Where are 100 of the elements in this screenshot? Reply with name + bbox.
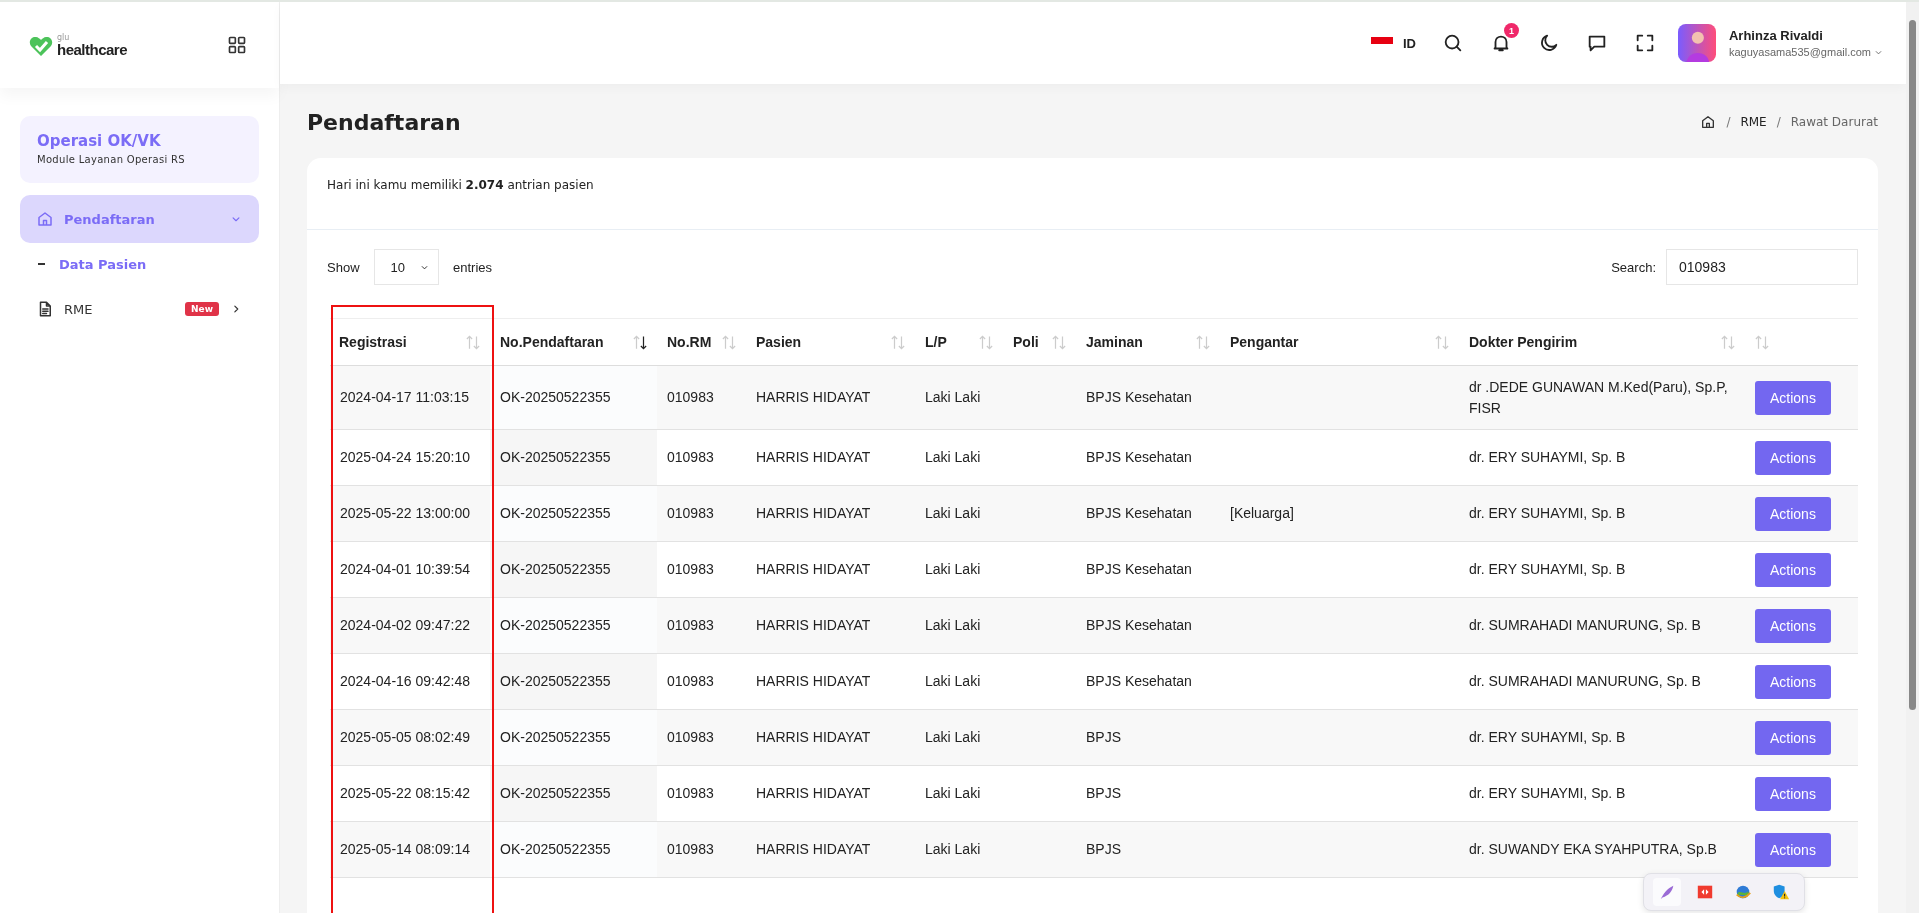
table-cell: dr. ERY SUHAYMI, Sp. B — [1469, 729, 1626, 745]
search-icon[interactable] — [1442, 32, 1464, 54]
home-icon — [36, 210, 54, 228]
column-header[interactable]: Poli — [1013, 334, 1039, 350]
column-header[interactable]: Dokter Pengirim — [1469, 334, 1578, 350]
table-cell: HARRIS HIDAYAT — [756, 617, 871, 633]
column-header[interactable]: Registrasi — [339, 334, 407, 350]
notification-badge: 1 — [1504, 23, 1519, 38]
table-cell: dr. ERY SUHAYMI, Sp. B — [1469, 505, 1626, 521]
actions-button[interactable]: Actions — [1755, 496, 1831, 531]
actions-button[interactable]: Actions — [1755, 608, 1831, 643]
new-badge: New — [185, 302, 219, 316]
flag-icon — [1371, 36, 1393, 44]
table-cell: OK-20250522355 — [500, 673, 611, 689]
breadcrumb-separator: / — [1776, 115, 1781, 129]
table-cell: [Keluarga] — [1230, 505, 1294, 521]
table-cell: OK-20250522355 — [500, 561, 611, 577]
table-cell: 2025-05-05 08:02:49 — [340, 729, 470, 745]
entries-select[interactable]: 10 — [373, 249, 439, 285]
table-cell: 010983 — [667, 729, 714, 745]
user-name: Arhinza Rivaldi — [1729, 28, 1824, 43]
search-field[interactable]: 010983 — [1666, 249, 1858, 285]
actions-button[interactable]: Actions — [1755, 720, 1831, 755]
table-cell: 010983 — [667, 505, 714, 521]
heart-check-icon — [29, 34, 53, 57]
column-header[interactable]: No.Pendaftaran — [500, 334, 604, 350]
breadcrumb-item: Rawat Darurat — [1790, 115, 1878, 129]
table-cell: 010983 — [667, 673, 714, 689]
show-label: Show — [327, 259, 360, 275]
table-cell: 010983 — [667, 785, 714, 801]
table-cell: 010983 — [667, 389, 714, 405]
home-icon[interactable] — [1700, 114, 1717, 130]
table-cell: dr. ERY SUHAYMI, Sp. B — [1469, 561, 1626, 577]
logo[interactable]: glu healthcare — [29, 33, 128, 57]
table-cell: Laki Laki — [925, 561, 981, 577]
table-cell: 010983 — [667, 449, 714, 465]
actions-button[interactable]: Actions — [1755, 664, 1831, 699]
column-header[interactable]: No.RM — [667, 334, 712, 350]
language-selector[interactable]: ID — [1371, 35, 1416, 51]
sort-icon[interactable] — [633, 333, 647, 351]
table-cell: 2025-05-22 13:00:00 — [340, 505, 470, 521]
table-cell: Laki Laki — [925, 729, 981, 745]
table-cell: HARRIS HIDAYAT — [756, 505, 871, 521]
page-title: Pendaftaran — [307, 109, 461, 135]
moon-icon[interactable] — [1538, 32, 1560, 54]
column-header[interactable]: Jaminan — [1086, 334, 1143, 350]
actions-button[interactable]: Actions — [1755, 776, 1831, 811]
module-title: Operasi OK/VK — [37, 132, 162, 150]
grid-icon[interactable] — [227, 35, 247, 55]
menu-item[interactable]: RME New — [20, 285, 259, 333]
table-cell: OK-20250522355 — [500, 729, 611, 745]
scrollbar[interactable] — [1906, 2, 1919, 913]
table-cell: 2025-04-24 15:20:10 — [340, 449, 470, 465]
table-cell: 2024-04-17 11:03:15 — [340, 389, 469, 405]
table-cell: dr. ERY SUHAYMI, Sp. B — [1469, 449, 1626, 465]
entries-label: entries — [453, 259, 493, 275]
table-cell: dr. SUMRAHADI MANURUNG, Sp. B — [1469, 617, 1701, 633]
table-cell: OK-20250522355 — [500, 389, 611, 405]
table-cell: OK-20250522355 — [500, 841, 611, 857]
table-cell: BPJS — [1086, 841, 1121, 857]
table-cell: dr. SUWANDY EKA SYAHPUTRA, Sp.B — [1469, 841, 1717, 857]
submenu-item[interactable]: Data Pasien — [0, 243, 279, 285]
table-cell: 010983 — [667, 617, 714, 633]
breadcrumb-item[interactable]: RME — [1740, 115, 1767, 129]
actions-button[interactable]: Actions — [1755, 440, 1831, 475]
user-email: kaguyasama535@gmail.com — [1729, 46, 1871, 58]
table-cell: Laki Laki — [925, 449, 981, 465]
table-cell: 2024-04-01 10:39:54 — [340, 561, 470, 577]
column-header[interactable]: Pasien — [756, 334, 802, 350]
table-cell: BPJS Kesehatan — [1086, 673, 1192, 689]
avatar — [1678, 24, 1716, 62]
table-cell: OK-20250522355 — [500, 449, 611, 465]
table-cell: HARRIS HIDAYAT — [756, 785, 871, 801]
actions-button[interactable]: Actions — [1755, 832, 1831, 867]
table-cell: 2024-04-02 09:47:22 — [340, 617, 470, 633]
column-header[interactable]: L/P — [925, 334, 947, 350]
actions-button[interactable]: Actions — [1755, 552, 1831, 587]
table-cell: BPJS Kesehatan — [1086, 389, 1192, 405]
table-cell: dr .DEDE GUNAWAN M.Ked(Paru), Sp.P, FISR — [1469, 378, 1728, 416]
table-cell: BPJS — [1086, 785, 1121, 801]
column-header[interactable]: Pengantar — [1230, 334, 1299, 350]
table-cell: BPJS Kesehatan — [1086, 505, 1192, 521]
table-cell: Laki Laki — [925, 505, 981, 521]
table-cell: 010983 — [667, 841, 714, 857]
actions-button[interactable]: Actions — [1755, 380, 1831, 415]
feather-icon[interactable] — [1653, 878, 1681, 906]
table-cell: HARRIS HIDAYAT — [756, 841, 871, 857]
table-cell: 2025-05-14 08:09:14 — [340, 841, 470, 857]
table-cell: BPJS Kesehatan — [1086, 449, 1192, 465]
table-cell: dr. SUMRAHADI MANURUNG, Sp. B — [1469, 673, 1701, 689]
fullscreen-icon[interactable] — [1634, 32, 1656, 54]
table-cell: HARRIS HIDAYAT — [756, 729, 871, 745]
breadcrumb-separator: / — [1726, 115, 1731, 129]
table-cell: HARRIS HIDAYAT — [756, 389, 871, 405]
table-cell: 010983 — [667, 561, 714, 577]
table-cell: HARRIS HIDAYAT — [756, 449, 871, 465]
table-cell: Laki Laki — [925, 389, 981, 405]
user-menu[interactable]: Arhinza Rivaldi kaguyasama535@gmail.com — [1678, 24, 1884, 62]
table-cell: Laki Laki — [925, 785, 981, 801]
module-subtitle: Module Layanan Operasi RS — [37, 154, 186, 165]
